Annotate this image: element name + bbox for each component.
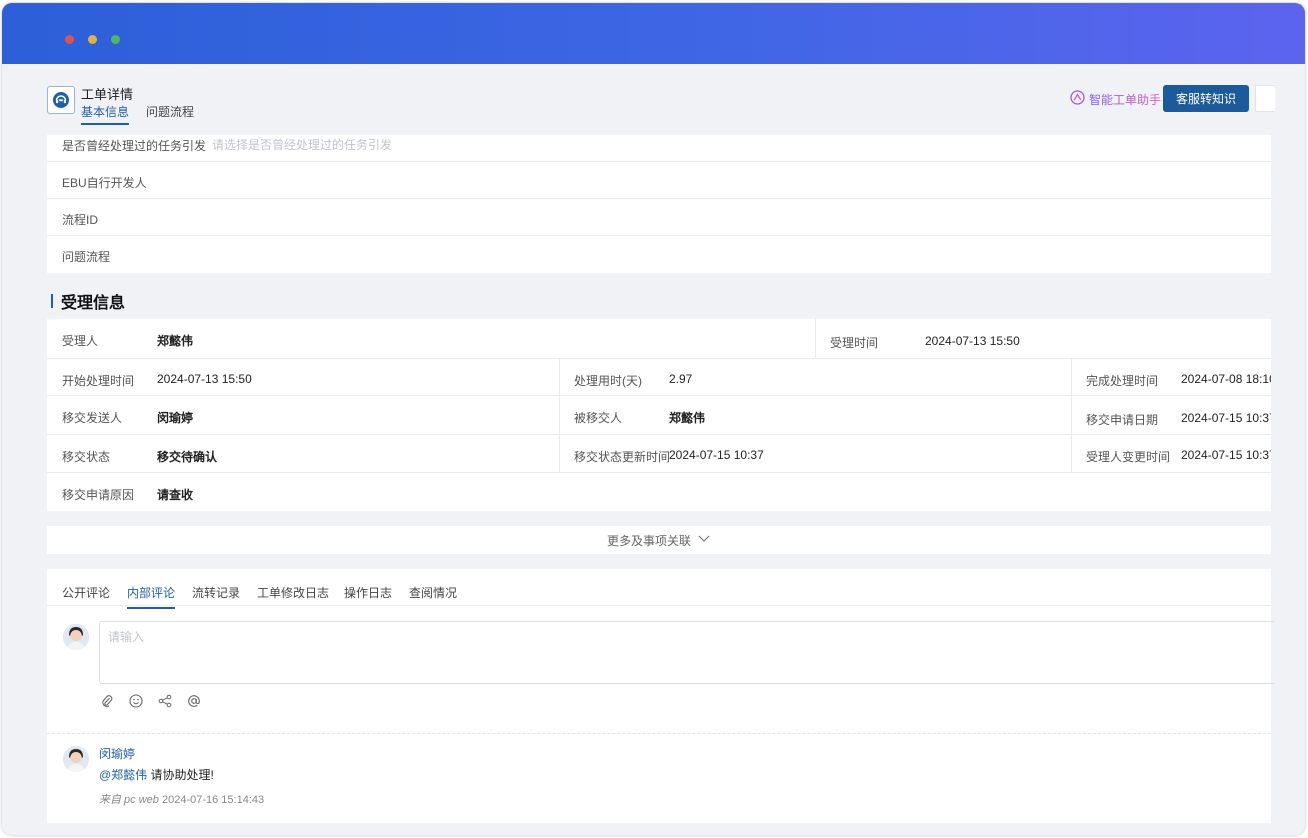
emoji-icon[interactable] <box>128 693 143 708</box>
comment-body: @郑懿伟 请协助处理! <box>99 766 214 783</box>
tab-public-comments[interactable]: 公开评论 <box>62 584 110 601</box>
comment-mention[interactable]: @郑懿伟 <box>99 768 147 782</box>
more-related-toggle[interactable]: 更多及事项关联 <box>47 526 1271 554</box>
app-window: 工单详情 基本信息 问题流程 智能工单助手 客服转知识 是否曾经处理过的任务引发… <box>2 3 1305 835</box>
attachment-icon[interactable] <box>99 693 114 708</box>
tab-edit-log[interactable]: 工单修改日志 <box>257 584 329 601</box>
comment-toolbar <box>99 693 201 708</box>
field-row-task-origin: 是否曾经处理过的任务引发 请选择是否曾经处理过的任务引发 <box>47 135 1271 162</box>
minimize-window-button[interactable] <box>88 35 97 44</box>
top-fields-card: 是否曾经处理过的任务引发 请选择是否曾经处理过的任务引发 EBU自行开发人 流程… <box>47 135 1271 273</box>
flow-id-label: 流程ID <box>62 213 99 227</box>
assignee-value: 郑懿伟 <box>157 334 194 348</box>
tab-basic-info[interactable]: 基本信息 <box>81 103 130 125</box>
task-origin-label: 是否曾经处理过的任务引发 <box>62 139 207 153</box>
tab-flow-records[interactable]: 流转记录 <box>192 584 240 601</box>
accept-row-4: 移交状态 移交待确认 移交状态更新时间 2024-07-15 10:37 受理人… <box>47 435 1271 473</box>
comment-input[interactable]: 请输入 <box>99 621 1274 684</box>
comments-panel: 公开评论 内部评论 流转记录 工单修改日志 操作日志 查阅情况 请输入 闵瑜婷 … <box>47 569 1274 823</box>
field-row-flow-id: 流程ID <box>47 199 1271 236</box>
field-row-ebu-dev: EBU自行开发人 <box>47 162 1271 199</box>
accept-row-1: 受理人 郑懿伟 受理时间 2024-07-13 15:50 <box>47 319 1271 359</box>
comment-time: 2024-07-16 15:14:43 <box>161 794 265 806</box>
start-time-value: 2024-07-13 15:50 <box>157 372 252 386</box>
transfer-receiver-label: 被移交人 <box>574 411 623 425</box>
section-title-accept: 受理信息 <box>51 289 125 313</box>
transfer-status-value: 移交待确认 <box>157 450 218 464</box>
finish-time-value: 2024-07-08 18:10 <box>1181 372 1271 386</box>
accept-row-5: 移交申请原因 请查收 <box>47 473 1271 510</box>
comment-text: 请协助处理! <box>150 768 214 782</box>
side-panel-toggle[interactable] <box>1255 85 1275 112</box>
transfer-sender-value: 闵瑜婷 <box>157 411 194 425</box>
comment-source: 来自 pc web <box>99 794 159 806</box>
assignee-change-value: 2024-07-15 10:37 <box>1181 448 1271 462</box>
assignee-change-label: 受理人变更时间 <box>1086 450 1171 464</box>
assignee-label: 受理人 <box>62 334 99 348</box>
assistant-label: 智能工单助手 <box>1089 92 1162 107</box>
smart-assistant-link[interactable]: 智能工单助手 <box>1070 90 1161 108</box>
transfer-sender-label: 移交发送人 <box>62 411 123 425</box>
share-icon[interactable] <box>157 693 172 708</box>
status-update-label: 移交状态更新时间 <box>574 450 671 464</box>
tab-operation-log[interactable]: 操作日志 <box>344 584 392 601</box>
tab-issue-flow[interactable]: 问题流程 <box>146 103 194 120</box>
issue-flow-label: 问题流程 <box>62 250 111 264</box>
close-window-button[interactable] <box>65 35 74 44</box>
transfer-date-label: 移交申请日期 <box>1086 413 1159 427</box>
comment-author[interactable]: 闵瑜婷 <box>99 745 135 762</box>
accept-info-card: 受理人 郑懿伟 受理时间 2024-07-13 15:50 开始处理时间 202… <box>47 319 1271 511</box>
duration-label: 处理用时(天) <box>574 374 642 388</box>
assistant-icon <box>1070 90 1085 108</box>
finish-time-label: 完成处理时间 <box>1086 374 1159 388</box>
accept-row-2: 开始处理时间 2024-07-13 15:50 处理用时(天) 2.97 完成处… <box>47 359 1271 396</box>
tab-internal-comments[interactable]: 内部评论 <box>127 584 176 609</box>
convert-to-knowledge-button[interactable]: 客服转知识 <box>1163 85 1249 112</box>
transfer-reason-value: 请查收 <box>157 488 194 502</box>
accept-time-value: 2024-07-13 15:50 <box>925 334 1020 348</box>
accept-time-label: 受理时间 <box>830 336 879 350</box>
more-related-label: 更多及事项关联 <box>606 533 691 548</box>
field-row-issue-flow: 问题流程 <box>47 236 1271 273</box>
page-title: 工单详情 <box>81 87 134 102</box>
comment-tabs: 公开评论 内部评论 流转记录 工单修改日志 操作日志 查阅情况 <box>47 569 1271 609</box>
status-update-value: 2024-07-15 10:37 <box>669 448 764 462</box>
title-bar <box>2 3 1305 64</box>
transfer-date-value: 2024-07-15 10:37 <box>1181 411 1271 425</box>
avatar <box>63 624 89 650</box>
tab-view-status[interactable]: 查阅情况 <box>409 584 457 601</box>
page-header: 工单详情 基本信息 问题流程 智能工单助手 客服转知识 <box>2 64 1305 125</box>
app-logo-icon <box>47 86 75 114</box>
chevron-down-icon <box>697 533 711 547</box>
maximize-window-button[interactable] <box>111 35 120 44</box>
duration-value: 2.97 <box>669 372 693 386</box>
avatar <box>63 746 89 772</box>
comment-meta: 来自 pc web 2024-07-16 15:14:43 <box>99 791 264 807</box>
task-origin-select[interactable]: 请选择是否曾经处理过的任务引发 <box>212 136 392 153</box>
transfer-reason-label: 移交申请原因 <box>62 488 135 502</box>
at-icon[interactable] <box>186 693 201 708</box>
accept-row-3: 移交发送人 闵瑜婷 被移交人 郑懿伟 移交申请日期 2024-07-15 10:… <box>47 396 1271 435</box>
start-time-label: 开始处理时间 <box>62 374 135 388</box>
transfer-receiver-value: 郑懿伟 <box>669 411 706 425</box>
transfer-status-label: 移交状态 <box>62 450 111 464</box>
ebu-dev-label: EBU自行开发人 <box>62 176 147 190</box>
